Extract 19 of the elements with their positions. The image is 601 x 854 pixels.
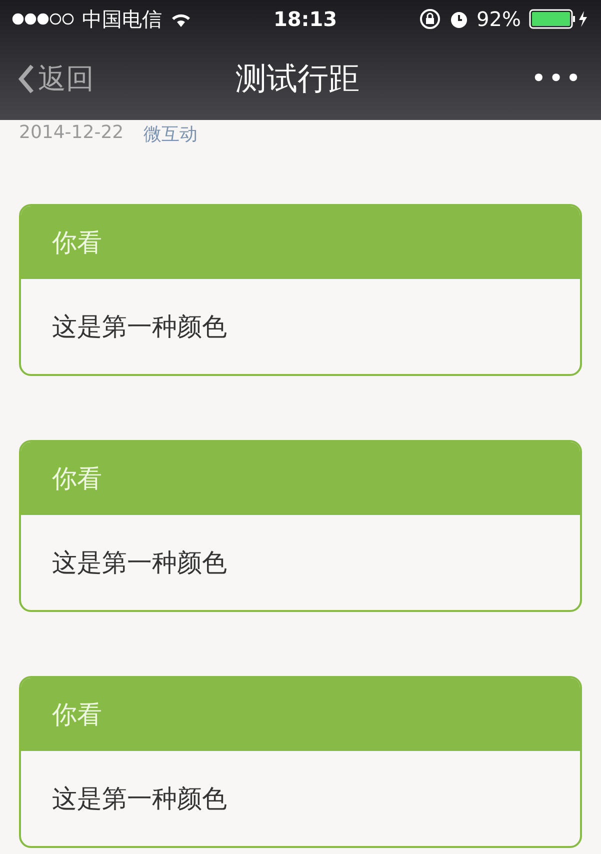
clock-time: 18:13 bbox=[273, 7, 338, 31]
signal-icon bbox=[12, 13, 74, 25]
page-title: 测试行距 bbox=[234, 60, 360, 99]
source-link[interactable]: 微互动 bbox=[144, 122, 198, 178]
battery-charging-icon bbox=[529, 9, 589, 29]
card-text: 这是第一种颜色 bbox=[52, 547, 227, 579]
carrier-name: 中国电信 bbox=[82, 6, 162, 32]
rotation-lock-icon bbox=[418, 8, 441, 30]
back-button[interactable]: 返回 bbox=[18, 60, 94, 98]
card-heading: 你看 bbox=[52, 227, 102, 259]
alarm-icon bbox=[448, 9, 469, 29]
card-heading: 你看 bbox=[52, 699, 102, 731]
card-text: 这是第一种颜色 bbox=[52, 311, 227, 343]
card-text: 这是第一种颜色 bbox=[52, 783, 227, 815]
chevron-left-icon bbox=[18, 64, 34, 94]
post-date: 2014-12-22 bbox=[19, 122, 124, 145]
more-button[interactable]: ••• bbox=[530, 64, 583, 94]
card-heading: 你看 bbox=[52, 463, 102, 495]
battery-percent: 92% bbox=[476, 7, 521, 31]
